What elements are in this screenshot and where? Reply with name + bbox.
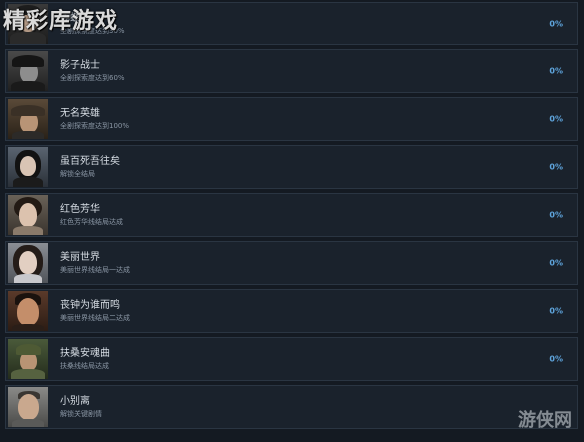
achievement-row[interactable]: 虽百死吾往矣 解锁全结局 0% xyxy=(5,145,578,189)
achievement-row[interactable]: 无名英雄 全剧探索度达到100% 0% xyxy=(5,97,578,141)
achievement-description: 全剧探索度达到100% xyxy=(60,122,130,130)
achievement-description: 美丽世界线结局二达成 xyxy=(60,314,130,322)
achievement-row[interactable]: 美丽世界 美丽世界线结局一达成 0% xyxy=(5,241,578,285)
achievement-title: 扶桑安魂曲 xyxy=(60,348,110,359)
achievement-portrait xyxy=(8,99,48,139)
achievement-title: 红色芳华 xyxy=(60,204,100,215)
achievement-portrait xyxy=(8,147,48,187)
achievement-portrait xyxy=(8,195,48,235)
achievement-description: 解锁全结局 xyxy=(60,170,95,178)
achievement-percent: 0% xyxy=(549,162,563,172)
achievement-description: 美丽世界线结局一达成 xyxy=(60,266,130,274)
watermark-bottom-right: 游侠网 xyxy=(518,410,572,431)
achievement-percent: 0% xyxy=(549,306,563,316)
achievement-list: 蝴蝶骑 全剧探索度达到30% 0% 影子战士 全剧探索度达到60% 0% 无名英… xyxy=(5,0,578,433)
achievement-description: 解锁关键剧情 xyxy=(60,410,102,418)
achievement-percent: 0% xyxy=(549,19,563,28)
achievement-portrait xyxy=(8,339,48,379)
achievement-row[interactable]: 影子战士 全剧探索度达到60% 0% xyxy=(5,49,578,93)
achievement-description: 全剧探索度达到60% xyxy=(60,74,125,82)
achievement-row[interactable]: 小别离 解锁关键剧情 xyxy=(5,385,578,429)
achievement-percent: 0% xyxy=(549,66,563,76)
achievement-title: 美丽世界 xyxy=(60,252,100,263)
achievement-title: 影子战士 xyxy=(60,60,100,71)
watermark-top: 精彩库游戏 xyxy=(3,9,119,34)
achievement-title: 虽百死吾往矣 xyxy=(60,156,120,167)
achievement-portrait xyxy=(8,387,48,427)
achievement-percent: 0% xyxy=(549,114,563,124)
achievement-row[interactable]: 红色芳华 红色芳华线结局达成 0% xyxy=(5,193,578,237)
achievement-percent: 0% xyxy=(549,354,563,364)
achievement-percent: 0% xyxy=(549,210,563,220)
achievement-portrait xyxy=(8,243,48,283)
achievement-percent: 0% xyxy=(549,258,563,268)
achievement-title: 丧钟为谁而鸣 xyxy=(60,300,120,311)
achievements-page: 精彩库游戏 蝴蝶骑 全剧探索度达到30% 0% 影子战士 全剧探索度达到60% … xyxy=(0,0,584,442)
achievement-row[interactable]: 扶桑安魂曲 扶桑线结局达成 0% xyxy=(5,337,578,381)
achievement-title: 无名英雄 xyxy=(60,108,100,119)
achievement-description: 扶桑线结局达成 xyxy=(60,362,109,370)
achievement-portrait xyxy=(8,291,48,331)
achievement-description: 红色芳华线结局达成 xyxy=(60,218,123,226)
achievement-row[interactable]: 丧钟为谁而鸣 美丽世界线结局二达成 0% xyxy=(5,289,578,333)
achievement-title: 小别离 xyxy=(60,396,90,407)
achievement-portrait xyxy=(8,51,48,91)
